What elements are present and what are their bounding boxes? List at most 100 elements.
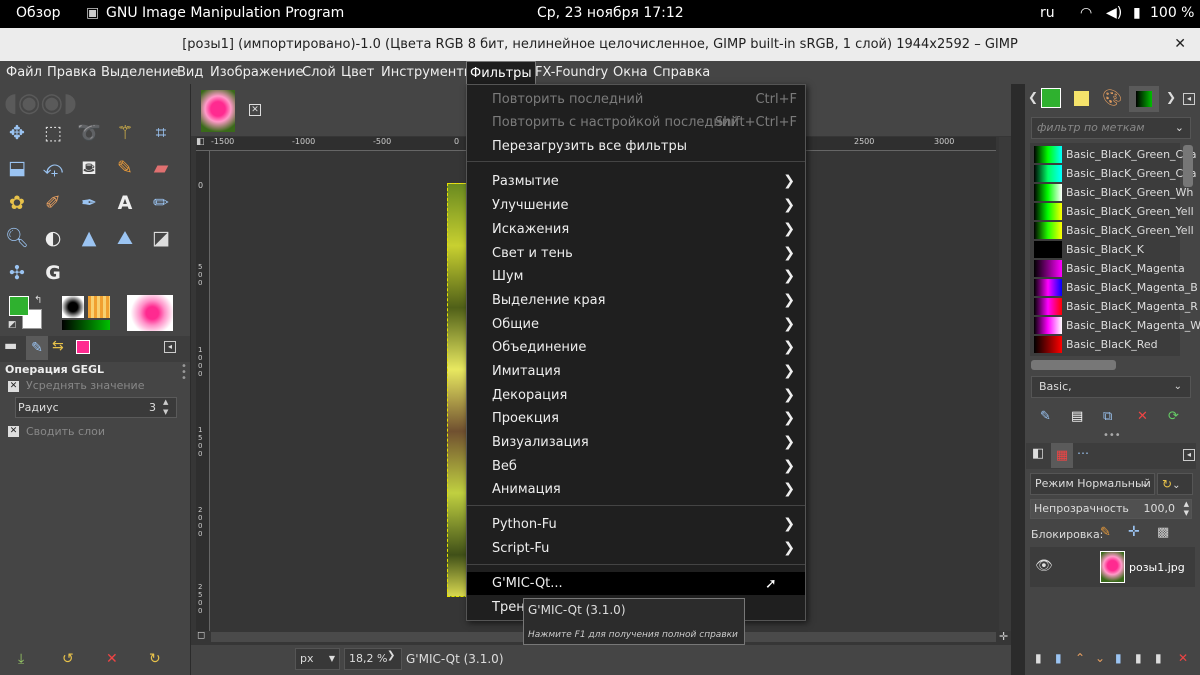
images-tab-icon[interactable]	[76, 340, 90, 354]
new-gradient-icon[interactable]: ▤	[1071, 409, 1083, 424]
smudge-icon[interactable]: ✐	[40, 190, 66, 216]
eraser-icon[interactable]: ▰	[148, 155, 174, 181]
lock-alpha-icon[interactable]: ▩	[1157, 525, 1169, 540]
filters-python-fu-item[interactable]: Python-Fu ❯	[467, 513, 805, 536]
zoom-icon[interactable]: 🔍︎	[4, 225, 30, 251]
gradient-name[interactable]: Basic_BlacK_Green_Yell	[1066, 224, 1194, 237]
menu-layer[interactable]: Слой	[299, 61, 339, 84]
lock-pixels-icon[interactable]: ✎	[1100, 525, 1111, 540]
activities-button[interactable]: Обзор	[16, 5, 61, 21]
gradient-name[interactable]: Basic_BlacK_Red	[1066, 338, 1158, 351]
rect-select-icon[interactable]: ⬚	[40, 120, 66, 146]
color-picker-icon[interactable]: ✏	[148, 190, 174, 216]
delete-gradient-icon[interactable]: ✕	[1137, 409, 1148, 424]
gradient-swatch[interactable]	[1034, 222, 1062, 239]
lasso-icon[interactable]: ➰	[76, 120, 102, 146]
tag-filter-input[interactable]: фильтр по меткам ⌄	[1031, 117, 1191, 139]
layer-name[interactable]: розы1.jpg	[1129, 561, 1185, 574]
radius-value[interactable]: 3	[149, 401, 156, 414]
menu-image[interactable]: Изображение	[207, 61, 306, 84]
image-tab-thumbnail[interactable]	[201, 90, 235, 132]
layer-mode-select[interactable]: Режим Нормальный ⌄	[1030, 473, 1155, 495]
menu-view[interactable]: Вид	[174, 61, 206, 84]
gradient-name[interactable]: Basic_BlacK_Green_Yell	[1066, 205, 1194, 218]
drag-handle[interactable]: •••	[181, 362, 187, 384]
menu-select[interactable]: Выделение	[98, 61, 181, 84]
duplicate-gradient-icon[interactable]: ⧉	[1103, 409, 1112, 424]
gradient-name[interactable]: Basic_BlacK_Green_Cya	[1066, 167, 1196, 180]
unit-select[interactable]: px ▼	[295, 648, 340, 670]
colors-tab-icon[interactable]	[1041, 88, 1061, 108]
vertical-ruler[interactable]: 0 5 0 0 1 0 0 0 1 5 0 0 2 0 0 0 2 5 0 0	[196, 151, 210, 631]
gradients-tab[interactable]	[1129, 86, 1159, 112]
patterns-tab-icon[interactable]	[1074, 91, 1089, 106]
app-name[interactable]: GNU Image Manipulation Program	[106, 5, 344, 21]
gradient-list-scrollbar[interactable]	[1183, 145, 1193, 187]
reset-options-icon[interactable]: ↻	[149, 651, 161, 667]
new-group-icon[interactable]: ▮	[1055, 651, 1062, 665]
filters-light-shadow-item[interactable]: Свет и тень ❯	[467, 242, 805, 265]
gradient-swatch[interactable]	[1034, 146, 1062, 163]
mask-layer-icon[interactable]: ▮	[1155, 651, 1162, 665]
transform-icon[interactable]: ⬓	[4, 155, 30, 181]
gradient-swatch[interactable]	[1034, 279, 1062, 296]
brush-preview[interactable]	[62, 296, 84, 318]
default-colors-icon[interactable]: ◩	[8, 320, 17, 330]
image-thumbnail[interactable]	[127, 295, 173, 331]
tab-scroll-right-icon[interactable]: ❯	[1166, 90, 1176, 104]
gradient-name[interactable]: Basic_BlacK_Magenta_B	[1066, 281, 1198, 294]
delete-options-icon[interactable]: ✕	[106, 651, 118, 667]
drag-handle[interactable]: •••	[1103, 430, 1121, 441]
swap-colors-icon[interactable]: ↰	[34, 295, 42, 306]
filters-combine-item[interactable]: Объединение ❯	[467, 336, 805, 359]
gradient-icon[interactable]: ◪	[148, 225, 174, 251]
device-status-tab-icon[interactable]: ✎	[26, 336, 48, 360]
menu-fx-foundry[interactable]: FX-Foundry	[532, 61, 611, 84]
merge-checkbox[interactable]: ✕	[8, 426, 19, 437]
paths-tab-icon[interactable]: ⋯	[1077, 446, 1089, 460]
gradient-hscrollbar[interactable]	[1031, 360, 1116, 370]
paintbrush-icon[interactable]: ✎	[112, 155, 138, 181]
filters-animation-item[interactable]: Анимация ❯	[467, 478, 805, 501]
duplicate-layer-icon[interactable]: ▮	[1115, 651, 1122, 665]
wifi-icon[interactable]: ◠	[1080, 5, 1092, 21]
save-options-icon[interactable]: ⤓	[18, 651, 24, 667]
filters-map-item[interactable]: Проекция ❯	[467, 407, 805, 430]
lock-position-icon[interactable]: ✛	[1128, 524, 1140, 540]
filters-artistic-item[interactable]: Имитация ❯	[467, 360, 805, 383]
layer-thumbnail[interactable]	[1100, 551, 1125, 583]
average-checkbox[interactable]: ✕	[8, 381, 19, 392]
mode-reset-icon[interactable]: ↻⌄	[1157, 473, 1193, 495]
anchor-layer-icon[interactable]: ▮	[1135, 651, 1142, 665]
quick-mask-icon[interactable]: ◧	[196, 137, 206, 151]
gradient-swatch[interactable]	[1034, 184, 1062, 201]
close-icon[interactable]: ✕	[1174, 28, 1186, 61]
menu-help[interactable]: Справка	[650, 61, 713, 84]
levels-icon[interactable]: ▲	[76, 225, 102, 251]
dock-menu-icon[interactable]: ◂	[1183, 449, 1195, 461]
menu-tools[interactable]: Инструменты	[378, 61, 477, 84]
dock-menu-icon[interactable]: ◂	[164, 341, 176, 353]
foreground-color[interactable]	[9, 296, 29, 316]
layers-tab-icon[interactable]: ◧	[1032, 446, 1044, 461]
filters-render-item[interactable]: Визуализация ❯	[467, 431, 805, 454]
palettes-tab-icon[interactable]: 🎨︎	[1102, 88, 1122, 107]
filters-generic-item[interactable]: Общие ❯	[467, 313, 805, 336]
reset-all-filters-item[interactable]: Перезагрузить все фильтры	[467, 135, 805, 158]
menu-color[interactable]: Цвет	[338, 61, 377, 84]
text-tool-icon[interactable]: A	[112, 190, 138, 216]
move-tool-icon[interactable]: ✥	[4, 120, 30, 146]
menu-edit[interactable]: Правка	[44, 61, 99, 84]
gradient-swatch[interactable]	[1034, 165, 1062, 182]
warp-icon[interactable]: ⤽	[40, 155, 66, 181]
gradient-name[interactable]: Basic_BlacK_K	[1066, 243, 1144, 256]
gradient-swatch[interactable]	[1034, 298, 1062, 315]
menu-filters[interactable]: Фильтры	[466, 61, 536, 84]
filters-edge-detect-item[interactable]: Выделение края ❯	[467, 289, 805, 312]
image-canvas[interactable]	[447, 183, 468, 597]
filters-gmic-qt-item[interactable]: G'MIC-Qt... ➚	[467, 572, 805, 595]
crop-icon[interactable]: ⌗	[148, 120, 174, 146]
heal-icon[interactable]: ✿	[4, 190, 30, 216]
repeat-last-item[interactable]: Повторить последний Ctrl+F	[467, 88, 805, 111]
vertical-scrollbar[interactable]	[999, 137, 1011, 631]
